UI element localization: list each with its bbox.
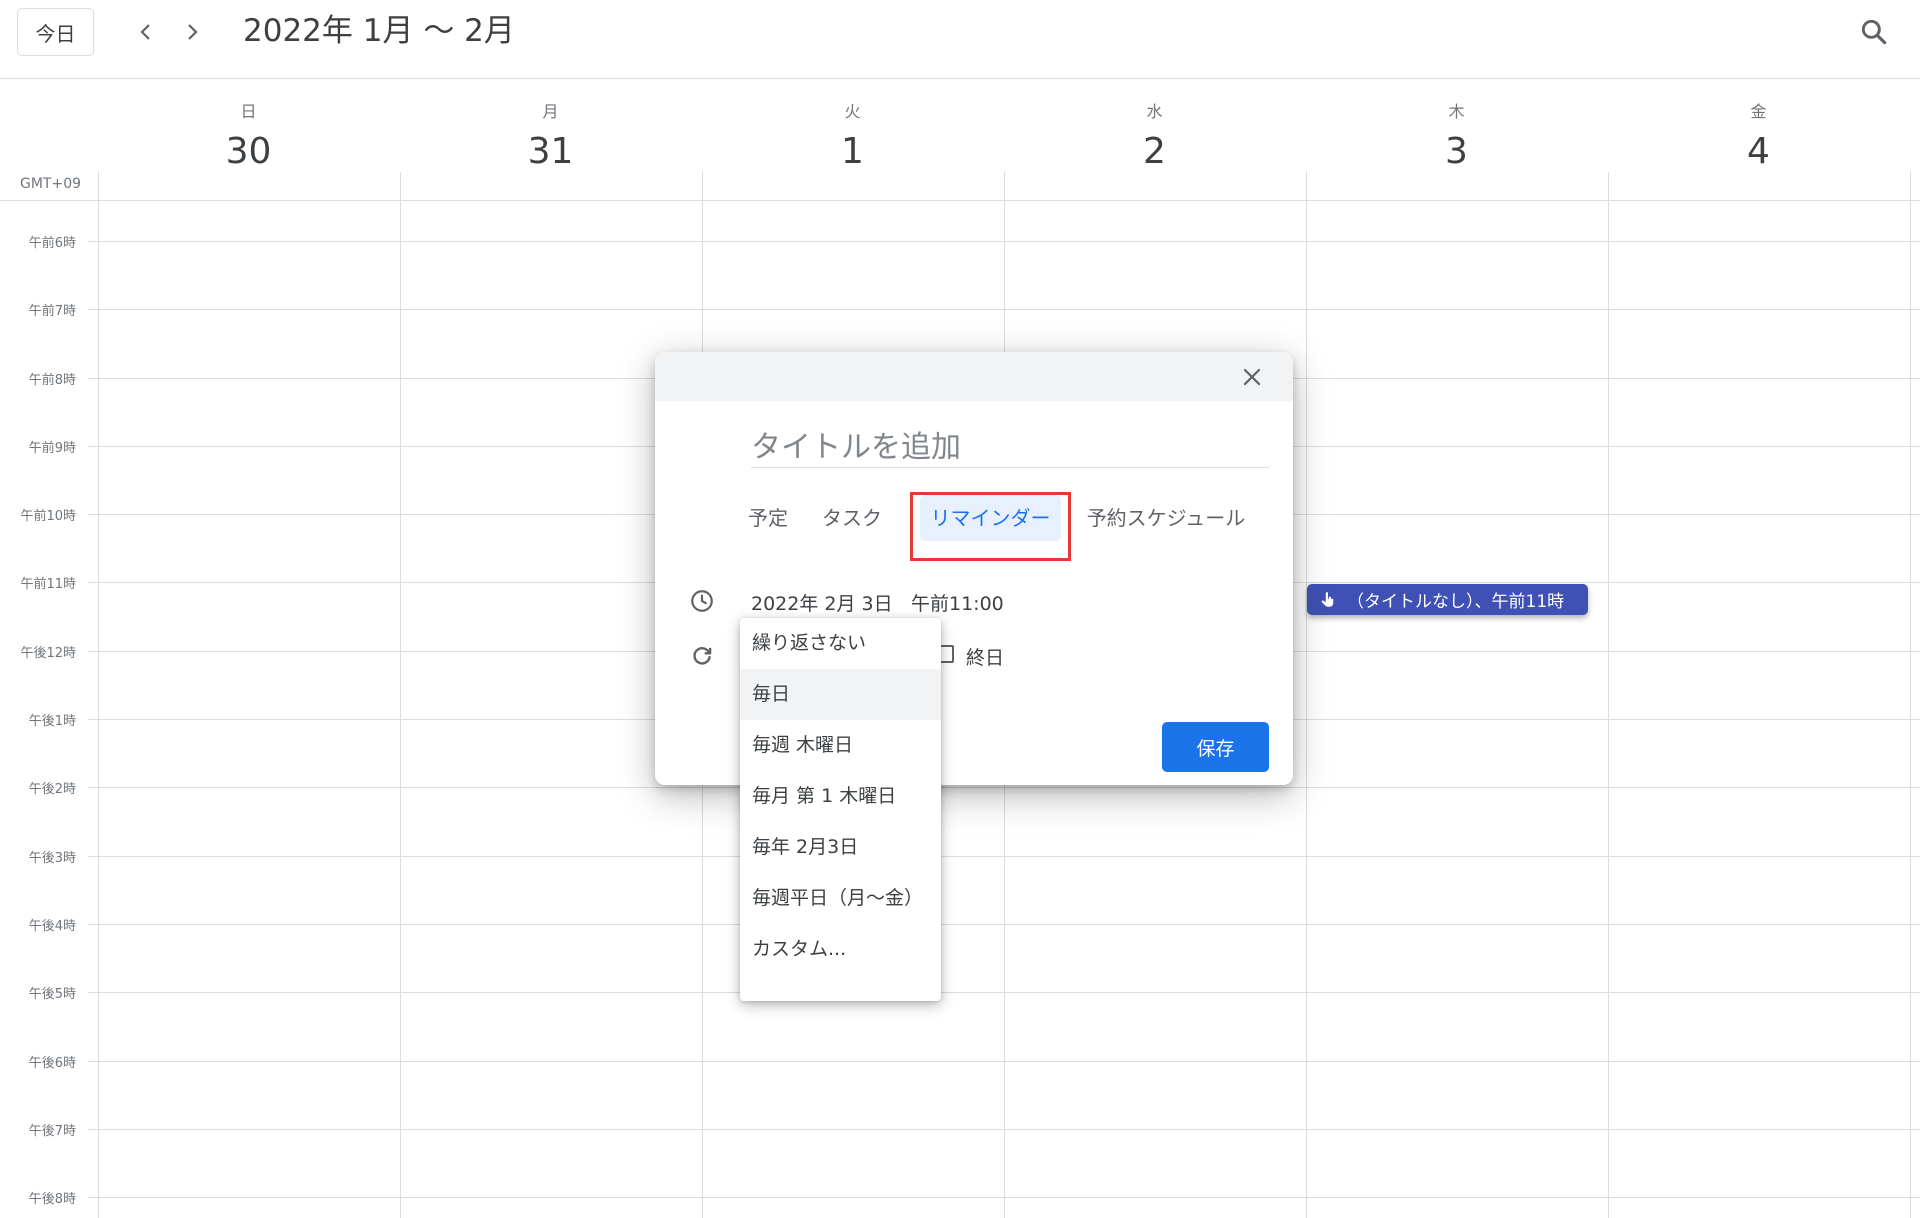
hour-label: 午前11時 — [20, 577, 76, 592]
reminder-date[interactable]: 2022年 2月 3日 — [751, 589, 893, 616]
hour-label: 午後2時 — [28, 782, 76, 797]
event-chip-label: （タイトルなし）、午前11時 — [1347, 592, 1565, 612]
repeat-option-yearly[interactable]: 毎年 2月3日 — [740, 822, 941, 873]
day-of-week: 火 — [844, 102, 861, 121]
day-of-week: 日 — [240, 102, 257, 121]
hour-line — [88, 856, 1920, 857]
hour-label: 午後7時 — [28, 1124, 76, 1139]
day-header[interactable]: 火1 — [702, 100, 1003, 176]
hour-label: 午前10時 — [20, 509, 76, 524]
timezone-label: GMT+09 — [20, 176, 82, 192]
hour-label: 午前8時 — [28, 373, 76, 388]
repeat-option-none[interactable]: 繰り返さない — [740, 618, 941, 669]
repeat-option-weekdays[interactable]: 毎週平日（月〜金） — [740, 873, 941, 924]
save-button[interactable]: 保存 — [1162, 722, 1269, 772]
repeat-option-custom[interactable]: カスタム... — [740, 924, 941, 975]
hour-label: 午後3時 — [28, 851, 76, 866]
hour-label: 午後5時 — [28, 987, 76, 1002]
day-header[interactable]: 水2 — [1004, 100, 1305, 176]
hour-label: 午後6時 — [28, 1056, 76, 1071]
repeat-option-weekly[interactable]: 毎週 木曜日 — [740, 720, 941, 771]
hour-line — [88, 309, 1920, 310]
hour-line — [88, 241, 1920, 242]
clock-icon — [688, 587, 716, 615]
close-icon — [1243, 368, 1261, 386]
day-number[interactable]: 30 — [98, 128, 399, 176]
day-number[interactable]: 3 — [1306, 128, 1607, 176]
tab-task[interactable]: タスク — [811, 495, 893, 541]
day-header[interactable]: 日 30 — [98, 100, 399, 176]
reminder-time[interactable]: 午前11:00 — [911, 589, 1004, 616]
hour-label: 午前7時 — [28, 304, 76, 319]
all-day-label: 終日 — [966, 647, 1005, 669]
hour-label: 午後4時 — [28, 919, 76, 934]
repeat-option-monthly[interactable]: 毎月 第 1 木曜日 — [740, 771, 941, 822]
repeat-dropdown: 繰り返さない 毎日 毎週 木曜日 毎月 第 1 木曜日 毎年 2月3日 毎週平日… — [740, 618, 941, 1001]
hour-line — [88, 1197, 1920, 1198]
hour-line — [88, 787, 1920, 788]
close-button[interactable] — [1237, 362, 1267, 392]
header-separator — [0, 200, 1920, 201]
title-input[interactable] — [751, 427, 1269, 468]
day-header[interactable]: 木3 — [1306, 100, 1607, 176]
day-of-week: 月 — [542, 102, 559, 121]
repeat-icon — [688, 642, 716, 670]
hand-pointer-icon — [1319, 591, 1337, 609]
day-number[interactable]: 31 — [400, 128, 701, 176]
event-chip[interactable]: （タイトルなし）、午前11時 — [1307, 584, 1588, 615]
day-header[interactable]: 金4 — [1608, 100, 1909, 176]
day-number[interactable]: 4 — [1608, 128, 1909, 176]
hour-line — [88, 992, 1920, 993]
hour-label: 午前9時 — [28, 441, 76, 456]
hour-line — [88, 1129, 1920, 1130]
hour-line — [88, 924, 1920, 925]
day-number[interactable]: 1 — [702, 128, 1003, 176]
tab-appointment-schedule[interactable]: 予約スケジュール — [1081, 495, 1251, 541]
hour-label: 午後1時 — [28, 714, 76, 729]
day-of-week: 木 — [1448, 102, 1465, 121]
hour-label: 午前6時 — [28, 236, 76, 251]
day-of-week: 金 — [1750, 102, 1767, 121]
day-number[interactable]: 2 — [1004, 128, 1305, 176]
tab-event[interactable]: 予定 — [735, 495, 801, 541]
day-header[interactable]: 月 31 — [400, 100, 701, 176]
repeat-option-daily[interactable]: 毎日 — [740, 669, 941, 720]
hour-label: 午後12時 — [20, 646, 76, 661]
hour-line — [88, 1061, 1920, 1062]
hour-label: 午後8時 — [28, 1192, 76, 1207]
reminder-tab-highlight — [910, 492, 1071, 561]
dialog-drag-handle[interactable] — [655, 352, 1293, 401]
day-of-week: 水 — [1146, 102, 1163, 121]
